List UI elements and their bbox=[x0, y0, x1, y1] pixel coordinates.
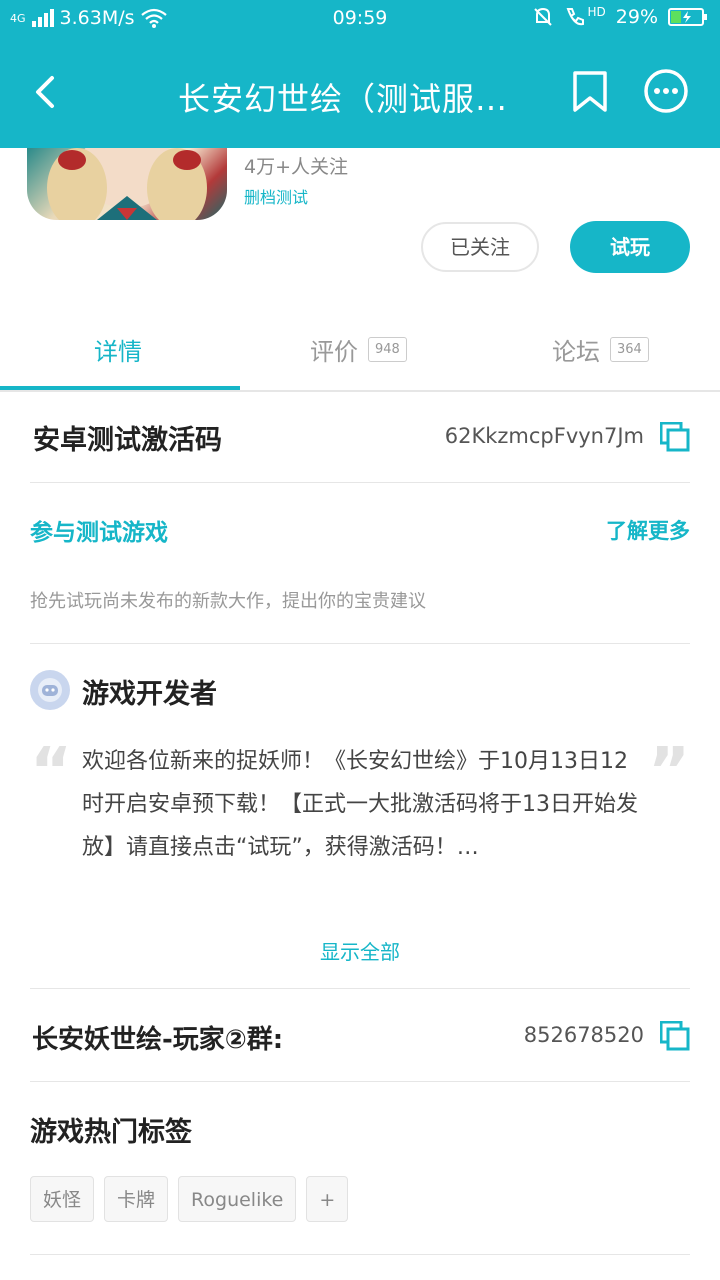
join-test-section: 参与测试游戏 了解更多 抢先试玩尚未发布的新款大作，提出你的宝贵建议 bbox=[30, 483, 690, 644]
activation-code-value: 62KkzmcpFvyn7Jm bbox=[444, 424, 644, 448]
followers-count: 4万+人关注 bbox=[244, 156, 349, 178]
tab-details[interactable]: 详情 bbox=[94, 332, 142, 367]
tag-chip[interactable]: 卡牌 bbox=[104, 1176, 169, 1222]
close-quote-icon: ” bbox=[647, 735, 690, 809]
activation-code-row: 安卓测试激活码 62KkzmcpFvyn7Jm bbox=[30, 392, 690, 483]
hot-tags-title: 游戏热门标签 bbox=[30, 1117, 192, 1148]
test-status-link[interactable]: 删档测试 bbox=[244, 184, 308, 208]
learn-more-link[interactable]: 了解更多 bbox=[606, 515, 690, 545]
battery-charging-icon bbox=[668, 8, 707, 26]
activation-code-label: 安卓测试激活码 bbox=[33, 425, 222, 456]
player-group-row: 长安妖世绘-玩家②群: 852678520 bbox=[30, 989, 690, 1082]
bookmark-icon[interactable] bbox=[572, 70, 608, 114]
developer-section: 游戏开发者 “ ” 欢迎各位新来的捉妖师！《长安幻世绘》于10月13日12时开启… bbox=[30, 644, 690, 989]
tab-label: 论坛 bbox=[552, 338, 600, 366]
tag-chip[interactable]: 妖怪 bbox=[30, 1176, 95, 1222]
player-group-label: 长安妖世绘-玩家②群: bbox=[32, 1025, 284, 1055]
developer-icon bbox=[38, 678, 62, 702]
hot-tags-section: 游戏热门标签 妖怪 卡牌 Roguelike + bbox=[30, 1082, 690, 1255]
back-icon[interactable] bbox=[30, 74, 60, 110]
review-count-badge: 948 bbox=[368, 337, 407, 362]
mute-bell-icon bbox=[533, 7, 552, 26]
copy-icon[interactable] bbox=[660, 422, 690, 452]
tag-chip[interactable]: Roguelike bbox=[178, 1176, 297, 1222]
tab-label: 评价 bbox=[310, 338, 358, 366]
active-tab-indicator bbox=[0, 386, 240, 390]
developer-message: 欢迎各位新来的捉妖师！《长安幻世绘》于10月13日12时开启安卓预下载！【正式一… bbox=[82, 749, 638, 860]
status-bar: 4G 3.63M/s 09:59 HD 29% bbox=[0, 0, 720, 36]
clock: 09:59 bbox=[332, 7, 388, 29]
battery-percent: 29% bbox=[615, 6, 658, 28]
tab-bar: 详情 评价 948 论坛 364 bbox=[0, 310, 720, 392]
player-group-number: 852678520 bbox=[523, 1023, 644, 1047]
title-bar: 长安幻世绘（测试服… bbox=[0, 36, 720, 148]
developer-avatar bbox=[30, 670, 70, 710]
game-icon-image bbox=[27, 148, 227, 220]
show-all-link[interactable]: 显示全部 bbox=[30, 936, 690, 965]
followed-button[interactable]: 已关注 bbox=[421, 222, 539, 272]
page-title: 长安幻世绘（测试服… bbox=[178, 80, 509, 118]
tag-list: 妖怪 卡牌 Roguelike + bbox=[30, 1176, 349, 1222]
add-tag-button[interactable]: + bbox=[306, 1176, 349, 1222]
game-artwork bbox=[47, 148, 207, 220]
developer-title: 游戏开发者 bbox=[82, 679, 217, 710]
join-test-description: 抢先试玩尚未发布的新款大作，提出你的宝贵建议 bbox=[30, 591, 426, 612]
hd-label: HD bbox=[587, 5, 606, 19]
tab-reviews[interactable]: 评价 948 bbox=[310, 332, 407, 367]
tab-forum[interactable]: 论坛 364 bbox=[552, 332, 649, 367]
open-quote-icon: “ bbox=[30, 735, 73, 809]
phone-hd-icon bbox=[566, 8, 584, 26]
more-icon[interactable] bbox=[643, 68, 689, 114]
forum-count-badge: 364 bbox=[610, 337, 649, 362]
join-test-link[interactable]: 参与测试游戏 bbox=[30, 513, 168, 547]
tab-label: 详情 bbox=[94, 338, 142, 366]
copy-icon[interactable] bbox=[660, 1021, 690, 1051]
play-button[interactable]: 试玩 bbox=[570, 221, 690, 273]
